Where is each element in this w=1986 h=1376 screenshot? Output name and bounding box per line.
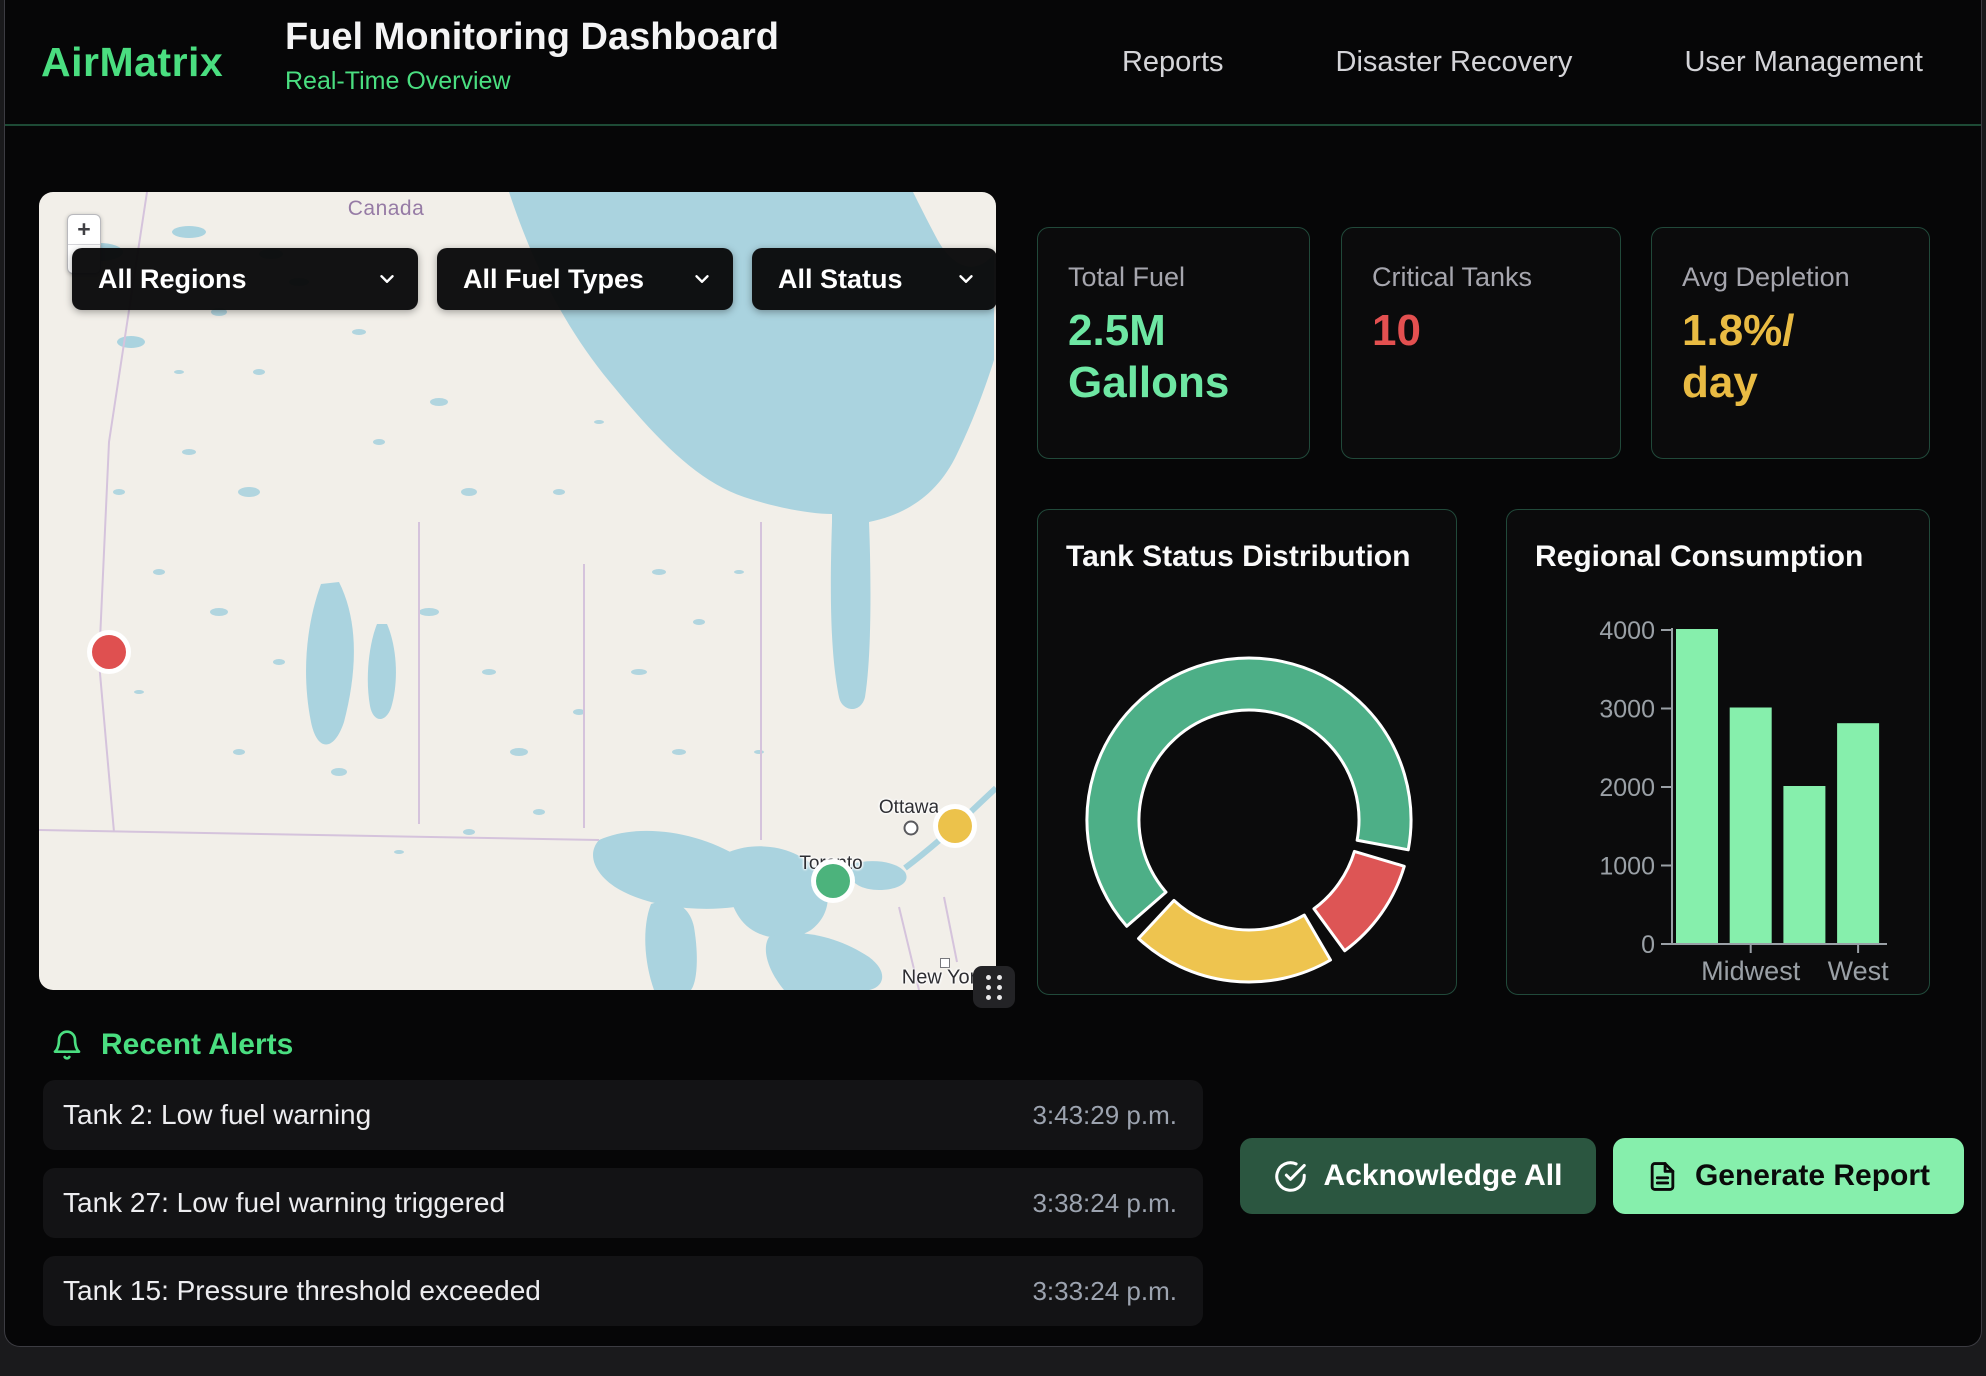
y-tick-label: 3000	[1599, 696, 1655, 724]
ottawa-town-icon	[904, 821, 919, 836]
donut-segment-warning	[1139, 900, 1331, 982]
page-title-block: Fuel Monitoring Dashboard Real-Time Over…	[285, 16, 779, 96]
nav-item-disaster-recovery[interactable]: Disaster Recovery	[1336, 46, 1573, 79]
fuel-map[interactable]: Canada Ottawa Toronto New York + All Reg…	[39, 192, 996, 990]
donut-segment-critical	[1314, 851, 1404, 950]
chevron-down-icon	[691, 268, 713, 290]
alert-message: Tank 15: Pressure threshold exceeded	[63, 1275, 541, 1307]
generate-report-label: Generate Report	[1695, 1159, 1930, 1193]
bar-2	[1783, 786, 1825, 943]
alert-row: Tank 27: Low fuel warning triggered 3:38…	[43, 1168, 1203, 1238]
header: AirMatrix Fuel Monitoring Dashboard Real…	[5, 0, 1981, 126]
app-container: AirMatrix Fuel Monitoring Dashboard Real…	[4, 0, 1982, 1347]
tank-marker-critical[interactable]	[92, 635, 126, 669]
bell-icon	[51, 1029, 83, 1061]
report-document-icon	[1647, 1161, 1678, 1192]
generate-report-button[interactable]: Generate Report	[1613, 1138, 1964, 1214]
bar-0	[1676, 629, 1718, 943]
tank-status-distribution-card: Tank Status Distribution	[1037, 509, 1457, 995]
nav-item-user-management[interactable]: User Management	[1684, 46, 1923, 79]
status-filter-select[interactable]: All Status	[752, 248, 996, 310]
map-region-label: Canada	[348, 197, 425, 221]
map-filters: All Regions All Fuel Types All Status	[72, 248, 996, 310]
alert-message: Tank 27: Low fuel warning triggered	[63, 1187, 505, 1219]
drag-handle-icon[interactable]	[973, 966, 1015, 1008]
page-title: Fuel Monitoring Dashboard	[285, 16, 779, 59]
alerts-title: Recent Alerts	[101, 1028, 293, 1062]
stat-value: 1.8%/day	[1682, 305, 1899, 409]
main-nav: Reports Disaster Recovery User Managemen…	[1122, 0, 1923, 124]
alert-timestamp: 3:38:24 p.m.	[1032, 1188, 1177, 1219]
stat-label: Total Fuel	[1068, 262, 1279, 293]
acknowledge-all-label: Acknowledge All	[1324, 1159, 1563, 1193]
alert-message: Tank 2: Low fuel warning	[63, 1099, 371, 1131]
alert-row: Tank 15: Pressure threshold exceeded 3:3…	[43, 1256, 1203, 1326]
app-logo: AirMatrix	[41, 0, 223, 124]
stat-value: 2.5MGallons	[1068, 305, 1279, 409]
stat-card-critical-tanks: Critical Tanks 10	[1341, 227, 1621, 459]
stat-card-total-fuel: Total Fuel 2.5MGallons	[1037, 227, 1310, 459]
bar-3	[1837, 723, 1879, 943]
region-filter-select[interactable]: All Regions	[72, 248, 418, 310]
region-filter-value: All Regions	[98, 264, 247, 295]
zoom-in-button[interactable]: +	[68, 215, 100, 245]
regional-consumption-bar-chart: 0 1000 2000 3000 4000 Midwest West	[1507, 510, 1931, 996]
acknowledge-all-button[interactable]: Acknowledge All	[1240, 1138, 1596, 1214]
status-filter-value: All Status	[778, 264, 903, 295]
regional-consumption-card: Regional Consumption 01000200030004000Mi…	[1506, 509, 1930, 995]
alert-row: Tank 2: Low fuel warning 3:43:29 p.m.	[43, 1080, 1203, 1150]
alert-timestamp: 3:43:29 p.m.	[1032, 1100, 1177, 1131]
y-tick-label: 1000	[1599, 853, 1655, 881]
nav-item-reports[interactable]: Reports	[1122, 46, 1224, 79]
x-tick-label: West	[1828, 956, 1890, 986]
page-subtitle: Real-Time Overview	[285, 67, 779, 96]
chevron-down-icon	[376, 268, 398, 290]
map-city-label-ottawa: Ottawa	[879, 797, 939, 819]
bar-1	[1730, 708, 1772, 944]
stat-label: Avg Depletion	[1682, 262, 1899, 293]
y-tick-label: 4000	[1599, 617, 1655, 645]
chevron-down-icon	[955, 268, 977, 290]
y-tick-label: 2000	[1599, 774, 1655, 802]
fuel-type-filter-select[interactable]: All Fuel Types	[437, 248, 733, 310]
fuel-type-filter-value: All Fuel Types	[463, 264, 644, 295]
check-circle-icon	[1274, 1160, 1307, 1193]
stat-label: Critical Tanks	[1372, 262, 1590, 293]
alerts-header: Recent Alerts	[51, 1028, 293, 1062]
x-tick-label: Midwest	[1701, 956, 1801, 986]
stat-value: 10	[1372, 305, 1590, 357]
tank-marker-normal[interactable]	[816, 864, 850, 898]
tank-status-donut-chart	[1038, 510, 1458, 996]
alert-timestamp: 3:33:24 p.m.	[1032, 1276, 1177, 1307]
tank-marker-warning[interactable]	[938, 809, 972, 843]
y-tick-label: 0	[1641, 931, 1655, 959]
stat-card-avg-depletion: Avg Depletion 1.8%/day	[1651, 227, 1930, 459]
